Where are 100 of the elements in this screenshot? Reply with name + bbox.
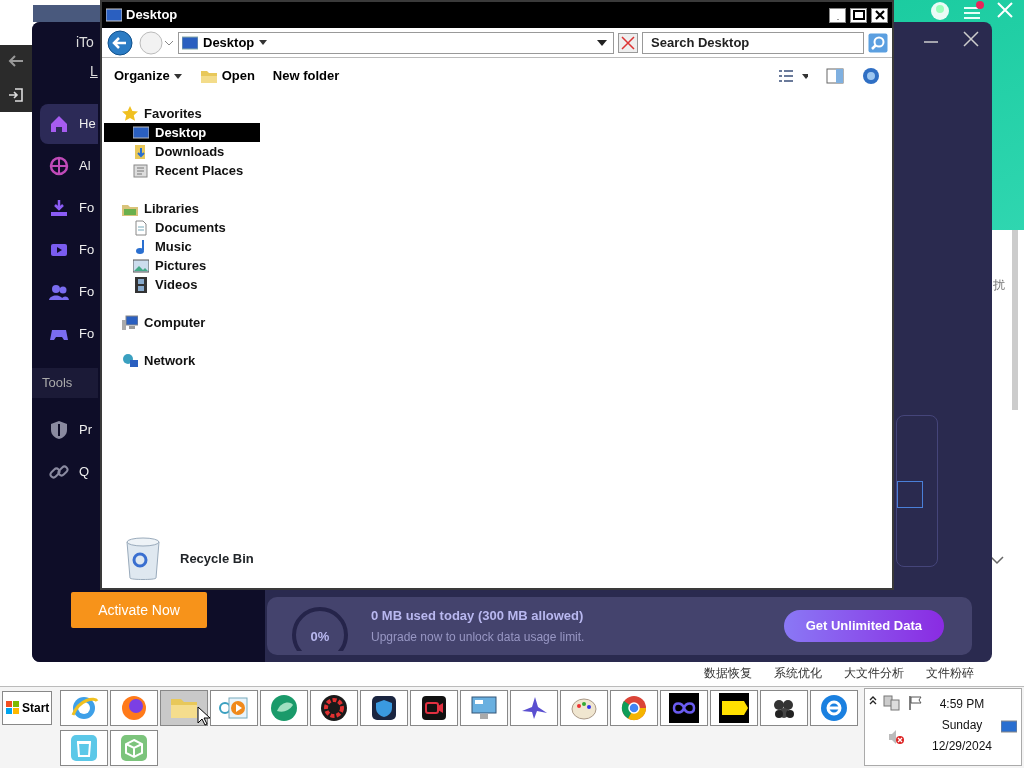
- input-field[interactable]: [897, 481, 923, 508]
- picture-icon: [133, 257, 149, 274]
- network-icon[interactable]: [883, 695, 901, 711]
- section-heading: Tools: [32, 368, 98, 398]
- upgrade-button[interactable]: Get Unlimited Data: [783, 610, 944, 642]
- tab-label[interactable]: 文件粉碎: [926, 664, 974, 682]
- network-icon: [122, 352, 138, 369]
- star-icon: [122, 105, 138, 122]
- taskbar-button[interactable]: [710, 690, 758, 726]
- tree-item[interactable]: Recent Places: [104, 161, 260, 180]
- tree-item[interactable]: Videos: [104, 275, 260, 294]
- nav-item[interactable]: He: [40, 104, 98, 144]
- leaf-icon: [269, 693, 299, 723]
- taskbar-button[interactable]: [510, 690, 558, 726]
- maximize-icon: [851, 9, 866, 21]
- nav-label: Fo: [79, 199, 95, 218]
- dropdown-icon[interactable]: [597, 39, 607, 46]
- back-arrow-icon[interactable]: [8, 54, 24, 69]
- window-title: Desktop: [126, 6, 179, 25]
- wheel-icon: [619, 693, 649, 723]
- usage-percent: 0%: [309, 628, 331, 646]
- tree-item[interactable]: Favorites: [104, 104, 892, 123]
- tab-label[interactable]: 数据恢复: [704, 664, 752, 682]
- shield-icon: [369, 693, 399, 723]
- tab-label[interactable]: 大文件分析: [844, 664, 904, 682]
- tree-item[interactable]: Documents: [104, 218, 260, 237]
- toolbar-button[interactable]: New folder: [272, 66, 340, 86]
- usage-title: 0 MB used today (300 MB allowed): [371, 606, 585, 625]
- nav-item[interactable]: Al: [40, 146, 98, 186]
- scrollbar[interactable]: [1012, 230, 1018, 410]
- text-fragment: 扰: [993, 277, 1005, 294]
- flag-icon[interactable]: [907, 695, 923, 711]
- nav-label: Al: [79, 157, 91, 176]
- clock[interactable]: 4:59 PM Sunday 12/29/2024: [923, 695, 1001, 759]
- folder-icon: [199, 68, 218, 84]
- toolbar-button[interactable]: Open: [199, 66, 255, 86]
- close-button[interactable]: [871, 7, 888, 23]
- tab-label[interactable]: 系统优化: [774, 664, 822, 682]
- nav-item[interactable]: Fo: [40, 272, 98, 312]
- nav-item[interactable]: Fo: [40, 188, 98, 228]
- trash-bin-icon[interactable]: [124, 536, 162, 582]
- clock-day: Sunday: [941, 716, 983, 734]
- camera-icon: [419, 693, 449, 723]
- clock-date: 12/29/2024: [931, 738, 993, 755]
- download-icon: [49, 198, 69, 218]
- desktop-icon: [133, 124, 149, 141]
- shield-icon: [49, 419, 69, 440]
- tool-item[interactable]: Q: [40, 451, 98, 492]
- taskbar-button[interactable]: [410, 690, 458, 726]
- tree-item[interactable]: Network: [104, 351, 892, 370]
- tree-item[interactable]: Pictures: [104, 256, 260, 275]
- chevron-down-icon[interactable]: [990, 556, 1004, 565]
- nav-item[interactable]: Fo: [40, 314, 98, 354]
- tree-item[interactable]: Libraries: [104, 199, 892, 218]
- trash-icon: [69, 733, 99, 763]
- search-icon[interactable]: [868, 32, 888, 53]
- menu-icon[interactable]: [962, 1, 984, 21]
- caret-icon: [259, 40, 268, 45]
- tool-item[interactable]: Pr: [40, 409, 98, 450]
- tool-label: Q: [79, 462, 90, 481]
- tree-item[interactable]: Downloads: [104, 142, 260, 161]
- tree-item[interactable]: Computer: [104, 313, 892, 332]
- close-icon: [872, 9, 887, 21]
- app-brand: iTo: [76, 33, 94, 52]
- login-icon[interactable]: [8, 86, 24, 103]
- window-bar: [33, 5, 103, 22]
- chevron-up-icon[interactable]: [869, 695, 877, 705]
- address-bar[interactable]: Desktop: [178, 31, 614, 54]
- taskbar-button[interactable]: [760, 690, 808, 726]
- view-list-icon[interactable]: [778, 68, 808, 84]
- help-icon[interactable]: [862, 67, 880, 85]
- close-icon[interactable]: [962, 30, 980, 48]
- stop-button[interactable]: [618, 32, 638, 53]
- tree-item[interactable]: Music: [104, 237, 260, 256]
- nav-item[interactable]: Fo: [40, 230, 98, 270]
- toolbar-button[interactable]: Organize: [114, 66, 182, 86]
- login-link[interactable]: L: [90, 61, 98, 82]
- muted-speaker-icon[interactable]: [887, 729, 905, 745]
- start-button[interactable]: Start: [2, 691, 52, 725]
- film-icon: [133, 276, 149, 293]
- taskbar-button[interactable]: [360, 690, 408, 726]
- search-field[interactable]: Search Desktop: [642, 31, 864, 54]
- taskbar-button[interactable]: [310, 690, 358, 726]
- file-name[interactable]: Recycle Bin: [180, 549, 254, 569]
- maximize-button[interactable]: [850, 7, 867, 23]
- minimize-button[interactable]: [829, 7, 846, 23]
- cube-icon: [119, 733, 149, 763]
- taskbar-button[interactable]: [660, 690, 708, 726]
- gear-icon: [319, 693, 349, 723]
- computer-icon: [122, 314, 138, 331]
- recent-places-icon: [133, 162, 149, 179]
- back-button[interactable]: [106, 29, 134, 56]
- clock-time: 4:59 PM: [939, 696, 985, 713]
- nav-label: Fo: [79, 241, 95, 260]
- tree-item[interactable]: Desktop: [104, 123, 260, 142]
- infinity-icon: [669, 693, 699, 723]
- caret-icon: [173, 73, 182, 79]
- usage-subtitle: Upgrade now to unlock data usage limit.: [371, 629, 586, 647]
- show-desktop-icon[interactable]: [1001, 720, 1017, 734]
- home-icon: [49, 114, 69, 134]
